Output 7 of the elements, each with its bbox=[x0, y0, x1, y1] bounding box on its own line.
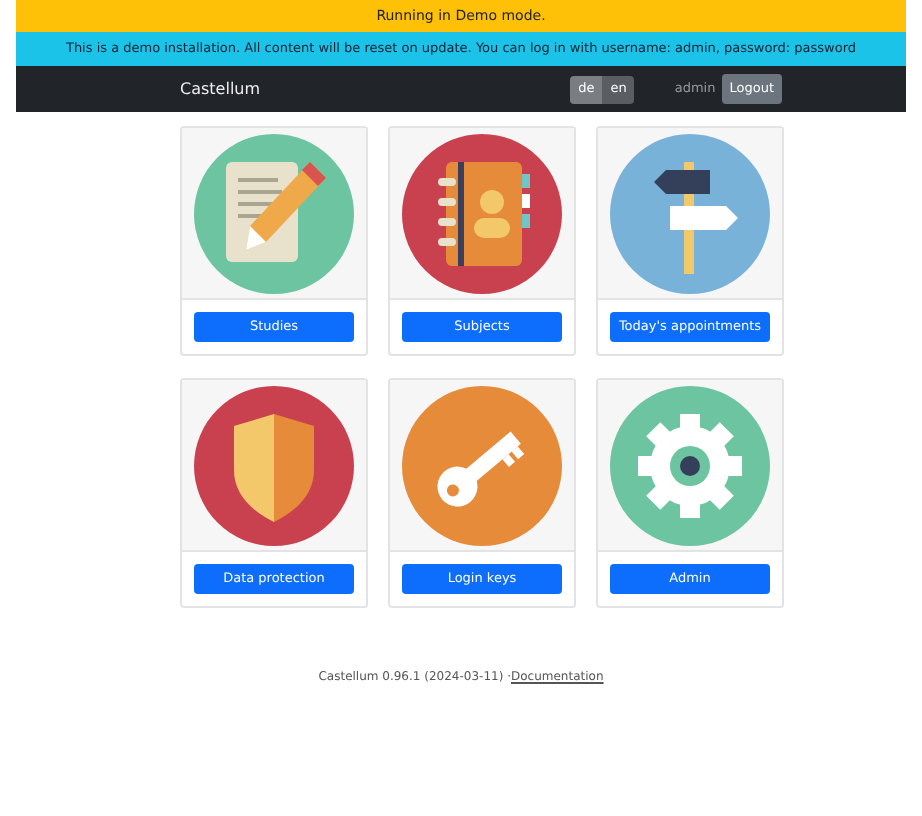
address-book-icon bbox=[402, 133, 562, 293]
gear-icon bbox=[610, 385, 770, 545]
brand-link[interactable]: Castellum bbox=[180, 77, 261, 101]
shield-icon bbox=[194, 385, 354, 545]
key-icon bbox=[402, 385, 562, 545]
notepad-pencil-icon bbox=[194, 133, 354, 293]
signpost-icon bbox=[610, 133, 770, 293]
